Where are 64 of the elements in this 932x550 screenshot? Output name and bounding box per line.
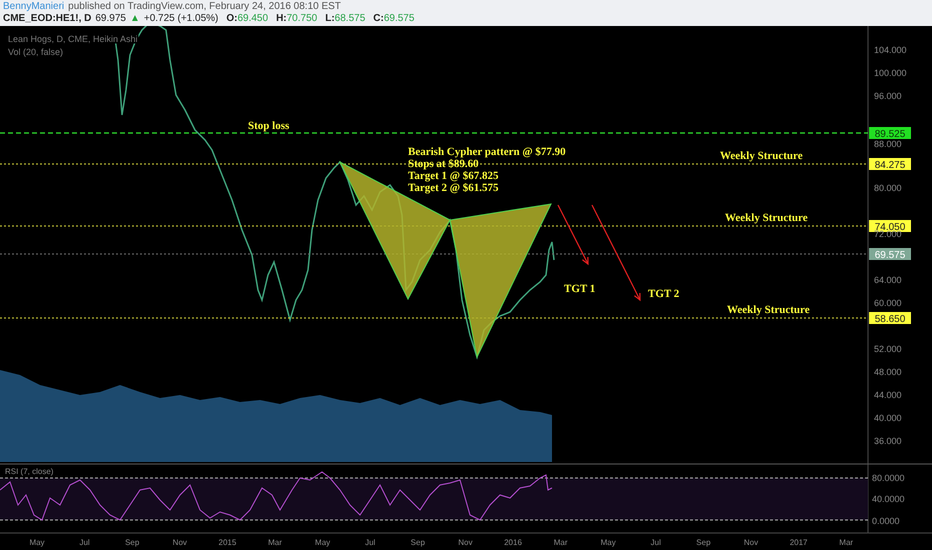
ohlc-value: 70.750: [286, 13, 318, 25]
legend-label: RSI (7, close): [5, 467, 54, 476]
axis-label: 40.0000: [872, 494, 905, 504]
axis-label: Jul: [79, 538, 90, 547]
axis-label: 60.000: [874, 298, 902, 308]
author-link[interactable]: BennyManieri: [3, 1, 64, 13]
axis-label: Jul: [650, 538, 661, 547]
axis-label: Sep: [410, 538, 425, 547]
down-arrow: [557, 204, 589, 266]
axis-label: 2017: [790, 538, 808, 547]
price-change: +0.725 (+1.05%): [144, 13, 218, 25]
axis-label: 48.000: [874, 367, 902, 377]
axis-label: 40.000: [874, 413, 902, 423]
axis-label: 80.0000: [872, 473, 905, 483]
chart-annotation: Weekly Structure: [720, 150, 803, 162]
pattern-note: Bearish Cypher pattern @ $77.90: [408, 146, 566, 158]
axis-label: 88.000: [874, 139, 902, 149]
ohlc-label: L:: [325, 13, 335, 25]
symbol-label: CME_EOD:HE1!, D: [3, 13, 92, 25]
ohlc-value: 69.450: [237, 13, 268, 25]
chart-annotation: Weekly Structure: [725, 212, 808, 224]
axis-label: 80.000: [874, 183, 902, 193]
ohlc-label: C:: [373, 13, 384, 25]
price-tag: 58.650: [869, 312, 911, 325]
chart-annotation: TGT 2: [648, 288, 680, 300]
pattern-note: Stops at $89.60: [408, 158, 479, 170]
publish-info: published on TradingView.com, February 24, 2016 08:10 EST: [68, 1, 341, 13]
axis-label: 96.000: [874, 91, 902, 101]
chart-annotation: TGT 1: [564, 283, 596, 295]
axis-label: Jul: [365, 538, 376, 547]
chart-annotation: Weekly Structure: [727, 304, 810, 316]
axis-label: Nov: [172, 538, 187, 547]
last-price: 69.975: [95, 13, 126, 25]
axis-label: May: [600, 538, 616, 547]
pattern-note: Target 2 @ $61.575: [408, 182, 498, 194]
axis-label: 44.000: [874, 390, 902, 400]
axis-label: 2016: [504, 538, 522, 547]
up-arrow-icon: ▲: [130, 13, 140, 25]
axis-label: Nov: [458, 538, 473, 547]
axis-label: 0.0000: [872, 516, 900, 526]
axis-label: Mar: [554, 538, 568, 547]
axis-label: 52.000: [874, 344, 902, 354]
legend-label: Vol (20, false): [8, 47, 64, 57]
axis-label: May: [315, 538, 330, 547]
price-tag: 89.525: [869, 127, 911, 140]
axis-label: 64.000: [874, 275, 902, 285]
ohlc-label: H:: [276, 13, 287, 25]
ohlc-label: O:: [226, 13, 238, 25]
axis-label: 100.000: [874, 68, 907, 78]
axis-label: May: [29, 538, 45, 547]
ohlc-value: 68.575: [334, 13, 366, 25]
axis-label: 36.000: [874, 436, 902, 446]
price-tag: 69.575: [869, 248, 911, 261]
axis-label: 104.000: [874, 45, 907, 55]
price-tag: 84.275: [869, 158, 911, 171]
axis-label: 2015: [218, 538, 236, 547]
axis-label: Sep: [125, 538, 140, 547]
pattern-note: Target 1 @ $67.825: [408, 170, 498, 182]
ohlc-value: 69.575: [384, 13, 414, 25]
axis-label: Mar: [268, 538, 282, 547]
chart-annotation: Stop loss: [248, 120, 290, 132]
axis-label: Mar: [839, 538, 854, 547]
axis-label: Nov: [744, 538, 758, 547]
axis-label: Sep: [696, 538, 711, 547]
